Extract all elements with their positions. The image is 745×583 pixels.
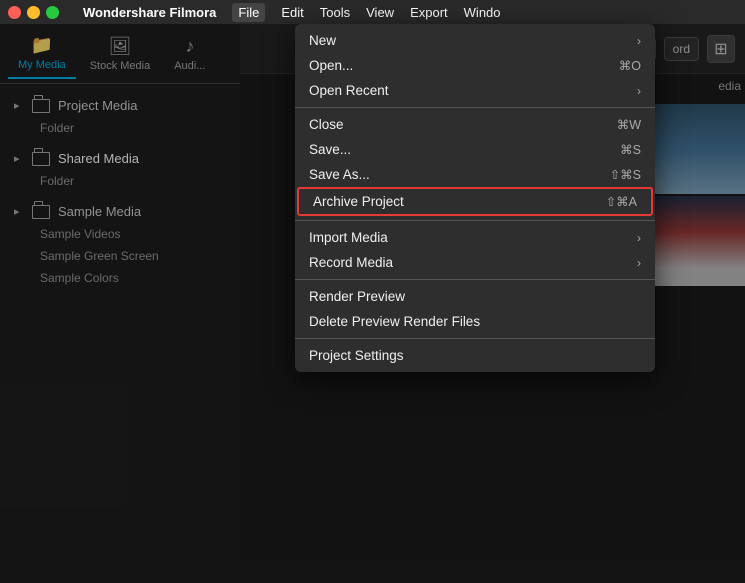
- menu-item-record-media[interactable]: Record Media ›: [295, 250, 655, 275]
- separator-4: [295, 338, 655, 339]
- menu-archive-label: Archive Project: [313, 194, 586, 209]
- menu-archive-shortcut: ⇧⌘A: [606, 194, 637, 209]
- minimize-button[interactable]: [27, 6, 40, 19]
- maximize-button[interactable]: [46, 6, 59, 19]
- traffic-lights: [8, 6, 59, 19]
- menu-item-new[interactable]: New ›: [295, 28, 655, 53]
- menu-import-label: Import Media: [309, 230, 627, 245]
- menu-open-label: Open...: [309, 58, 599, 73]
- menu-windo[interactable]: Windo: [464, 5, 501, 20]
- menu-item-render-preview[interactable]: Render Preview: [295, 284, 655, 309]
- menu-edit[interactable]: Edit: [281, 5, 303, 20]
- separator-3: [295, 279, 655, 280]
- menu-save-label: Save...: [309, 142, 600, 157]
- app-name: Wondershare Filmora: [83, 5, 216, 20]
- menu-close-shortcut: ⌘W: [617, 117, 641, 132]
- menu-render-label: Render Preview: [309, 289, 641, 304]
- menu-save-shortcut: ⌘S: [620, 142, 641, 157]
- menu-record-label: Record Media: [309, 255, 627, 270]
- file-dropdown-menu: New › Open... ⌘O Open Recent › Close ⌘W …: [295, 24, 655, 372]
- menu-tools[interactable]: Tools: [320, 5, 350, 20]
- menu-import-arrow: ›: [637, 231, 641, 245]
- menu-item-save-as[interactable]: Save As... ⇧⌘S: [295, 162, 655, 187]
- menu-record-arrow: ›: [637, 256, 641, 270]
- menu-item-close[interactable]: Close ⌘W: [295, 112, 655, 137]
- separator-2: [295, 220, 655, 221]
- separator-1: [295, 107, 655, 108]
- menu-view[interactable]: View: [366, 5, 394, 20]
- menu-item-import-media[interactable]: Import Media ›: [295, 225, 655, 250]
- menu-file[interactable]: File: [232, 3, 265, 22]
- menu-project-settings-label: Project Settings: [309, 348, 641, 363]
- menu-open-recent-label: Open Recent: [309, 83, 627, 98]
- menu-save-as-label: Save As...: [309, 167, 590, 182]
- close-button[interactable]: [8, 6, 21, 19]
- menu-item-open[interactable]: Open... ⌘O: [295, 53, 655, 78]
- menu-item-save[interactable]: Save... ⌘S: [295, 137, 655, 162]
- menubar: Wondershare Filmora File Edit Tools View…: [0, 0, 745, 24]
- menu-open-shortcut: ⌘O: [619, 58, 641, 73]
- menu-open-recent-arrow: ›: [637, 84, 641, 98]
- menu-item-project-settings[interactable]: Project Settings: [295, 343, 655, 368]
- menu-item-delete-preview[interactable]: Delete Preview Render Files: [295, 309, 655, 334]
- menu-close-label: Close: [309, 117, 597, 132]
- menu-delete-preview-label: Delete Preview Render Files: [309, 314, 641, 329]
- menu-new-arrow: ›: [637, 34, 641, 48]
- menu-save-as-shortcut: ⇧⌘S: [610, 167, 641, 182]
- menu-item-open-recent[interactable]: Open Recent ›: [295, 78, 655, 103]
- menu-new-label: New: [309, 33, 627, 48]
- menu-item-archive-project[interactable]: Archive Project ⇧⌘A: [297, 187, 653, 216]
- menu-export[interactable]: Export: [410, 5, 448, 20]
